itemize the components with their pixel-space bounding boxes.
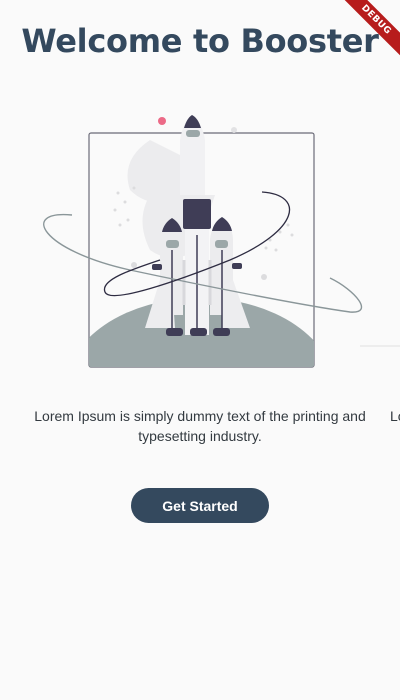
get-started-button[interactable]: Get Started	[131, 488, 269, 523]
rocket-launch-illustration	[0, 100, 400, 390]
next-page-peek-text: Lo	[390, 408, 400, 424]
pink-dot	[158, 117, 166, 125]
onboarding-description: Lorem Ipsum is simply dummy text of the …	[34, 408, 366, 444]
page-title: Welcome to Booster	[21, 22, 379, 60]
